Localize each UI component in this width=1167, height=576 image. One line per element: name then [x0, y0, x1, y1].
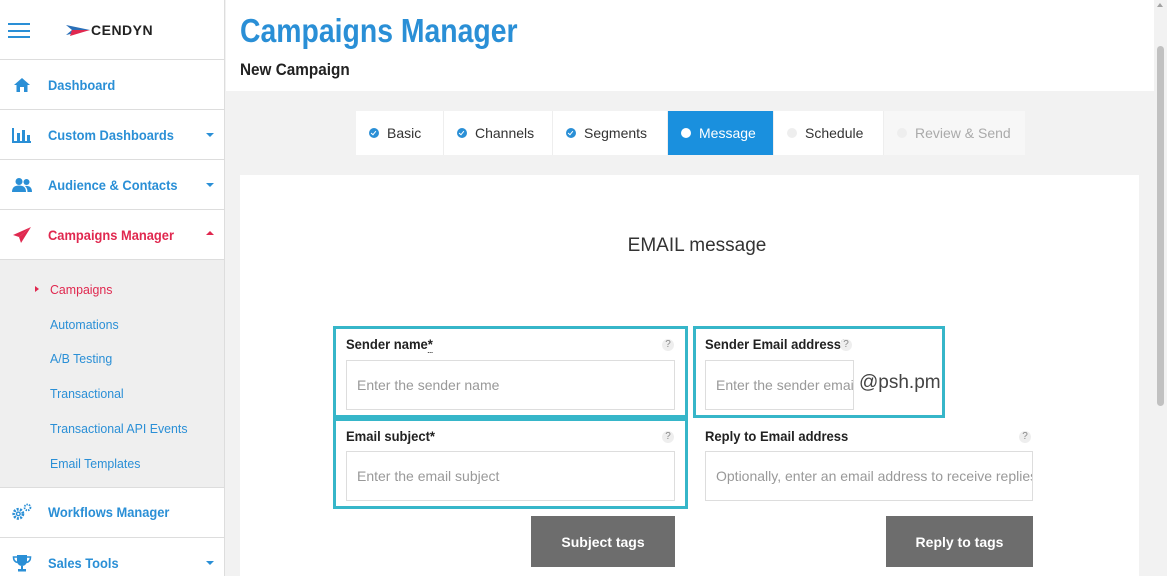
submenu-item-automations[interactable]: Automations [0, 307, 224, 342]
current-dot-icon [681, 128, 691, 138]
home-icon [11, 76, 33, 94]
sidebar-item-label: Workflows Manager [48, 504, 170, 521]
people-icon [11, 176, 33, 194]
wizard-steps: Basic Channels Segments Message Schedule… [356, 111, 1025, 155]
check-icon [369, 128, 379, 138]
submenu-item-label: Email Templates [50, 455, 141, 471]
submenu-item-email-templates[interactable]: Email Templates [0, 446, 224, 481]
sidebar-item-label: Custom Dashboards [48, 126, 174, 143]
chevron-down-icon [206, 183, 214, 187]
required-mark: * [427, 336, 433, 353]
help-icon[interactable]: ? [1019, 431, 1031, 443]
campaigns-submenu: Campaigns Automations A/B Testing Transa… [0, 260, 224, 488]
step-label: Channels [475, 125, 535, 141]
submenu-item-label: Transactional [50, 386, 124, 402]
gears-icon [11, 503, 33, 521]
step-segments[interactable]: Segments [553, 111, 668, 155]
sidebar: CENDYN Dashboard Custom Dashboards Audie… [0, 0, 225, 576]
sidebar-item-label: Audience & Contacts [48, 176, 178, 193]
sidebar-item-label: Sales Tools [48, 554, 119, 571]
logo-text: CENDYN [91, 22, 154, 38]
sender-name-label-text: Sender name [346, 336, 428, 352]
page-scrollbar[interactable] [1154, 0, 1167, 576]
sidebar-item-sales-tools[interactable]: Sales Tools [0, 538, 224, 576]
sidebar-item-label: Campaigns Manager [48, 226, 174, 243]
pending-dot-icon [787, 128, 797, 138]
help-icon[interactable]: ? [662, 339, 674, 351]
page-header: Campaigns Manager New Campaign [226, 0, 1154, 91]
submenu-item-transactional-api-events[interactable]: Transactional API Events [0, 411, 224, 446]
sidebar-item-dashboard[interactable]: Dashboard [0, 60, 224, 110]
check-icon [457, 128, 467, 138]
step-channels[interactable]: Channels [444, 111, 553, 155]
page-title: Campaigns Manager [240, 12, 518, 49]
submenu-item-label: Automations [50, 316, 119, 332]
sender-email-label: Sender Email address* [705, 336, 847, 352]
submenu-item-label: Transactional API Events [50, 421, 188, 437]
cendyn-logo[interactable]: CENDYN [66, 22, 153, 38]
sender-name-label: Sender name* [346, 336, 433, 353]
sidebar-header: CENDYN [0, 0, 224, 60]
chevron-down-icon [206, 133, 214, 137]
sidebar-item-custom-dashboards[interactable]: Custom Dashboards [0, 110, 224, 160]
sender-email-domain: @psh.pm [859, 372, 941, 393]
help-icon[interactable]: ? [662, 431, 674, 443]
reply-to-input[interactable] [705, 451, 1033, 501]
step-label: Segments [584, 125, 648, 141]
pending-dot-icon [897, 128, 907, 138]
paper-plane-icon [11, 226, 33, 244]
submenu-item-campaigns[interactable]: Campaigns [0, 272, 224, 307]
trophy-icon [11, 554, 33, 572]
submenu-item-label: A/B Testing [50, 351, 113, 367]
hamburger-menu-icon[interactable] [8, 23, 30, 38]
step-label: Basic [387, 125, 422, 141]
step-schedule[interactable]: Schedule [774, 111, 884, 155]
step-label: Schedule [805, 125, 864, 141]
email-subject-input[interactable] [346, 451, 675, 501]
bar-chart-icon [11, 126, 33, 144]
step-basic[interactable]: Basic [356, 111, 444, 155]
sender-email-input[interactable] [705, 360, 854, 410]
subject-tags-button[interactable]: Subject tags [531, 516, 675, 567]
chevron-down-icon [206, 560, 214, 565]
reply-to-tags-button[interactable]: Reply to tags [886, 516, 1033, 567]
chevron-up-icon [206, 231, 214, 235]
submenu-item-transactional[interactable]: Transactional [0, 376, 224, 411]
bullet-icon [35, 286, 39, 293]
sidebar-item-audience-contacts[interactable]: Audience & Contacts [0, 160, 224, 210]
sender-name-input[interactable] [346, 360, 675, 410]
help-icon[interactable]: ? [840, 339, 852, 351]
sidebar-item-campaigns-manager[interactable]: Campaigns Manager [0, 210, 224, 260]
sidebar-item-workflows-manager[interactable]: Workflows Manager [0, 488, 224, 538]
submenu-item-ab-testing[interactable]: A/B Testing [0, 342, 224, 377]
step-review-send: Review & Send [884, 111, 1025, 155]
submenu-item-label: Campaigns [50, 281, 113, 297]
logo-arrow-icon [66, 25, 90, 36]
step-label: Message [699, 125, 756, 141]
check-icon [566, 128, 576, 138]
reply-to-label: Reply to Email address [705, 428, 849, 444]
section-title: EMAIL message [627, 235, 767, 256]
step-label: Review & Send [915, 125, 1011, 141]
sidebar-item-label: Dashboard [48, 76, 116, 93]
main-content: Campaigns Manager New Campaign Basic Cha… [226, 0, 1154, 576]
email-subject-label: Email subject* [346, 428, 436, 444]
page-subtitle: New Campaign [240, 60, 350, 79]
message-card: EMAIL message Sender name* ? Sender Emai… [240, 175, 1139, 576]
scroll-thumb[interactable] [1157, 46, 1164, 406]
scroll-up-icon[interactable] [1157, 3, 1163, 7]
step-message[interactable]: Message [668, 111, 774, 155]
